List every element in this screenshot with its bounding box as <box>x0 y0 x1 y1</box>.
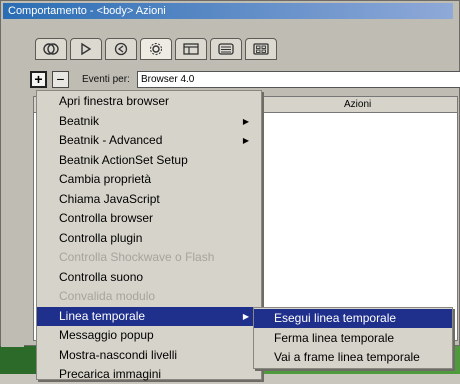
menu-item-label: Controlla Shockwave o Flash <box>59 250 215 264</box>
gear-icon[interactable] <box>140 38 172 60</box>
menu-item-label: Beatnik <box>59 113 100 128</box>
menu-item[interactable]: Chiama JavaScript <box>37 190 261 209</box>
menu-item-label: Cambia proprietà <box>59 172 152 186</box>
menu-item[interactable]: Beatnik ActionSet Setup <box>37 151 261 170</box>
menu-item-label: Beatnik - Advanced <box>59 133 163 147</box>
menu-item-label: Mostra-nascondi livelli <box>59 347 178 362</box>
back-icon[interactable] <box>105 38 137 60</box>
submenu-arrow-icon: ▶ <box>242 311 249 321</box>
add-behavior-button[interactable]: + <box>30 71 47 88</box>
menu-item[interactable]: Apri finestra browser <box>37 92 261 111</box>
behaviors-toolbar: + − Eventi per: Browser 4.0 <box>25 71 460 91</box>
remove-behavior-button[interactable]: − <box>52 71 69 88</box>
menu-item[interactable]: Linea temporale ▶ <box>37 306 261 326</box>
menu-item[interactable]: Controlla plugin <box>37 229 261 248</box>
menu-item-label: Beatnik ActionSet Setup <box>59 152 188 167</box>
menu-item-label: Controlla suono <box>59 269 144 284</box>
menu-item-label: Apri finestra browser <box>59 94 170 108</box>
forward-icon[interactable] <box>70 38 102 60</box>
menu-item: Controlla Shockwave o Flash <box>37 248 261 267</box>
menu-item[interactable]: Mostra-nascondi livelli <box>37 346 261 365</box>
panel-tabs <box>35 38 277 60</box>
actions-dropdown-menu: Apri finestra browser Beatnik ▶ Beatnik - A… <box>36 90 262 381</box>
menu-item-label: Controlla plugin <box>59 230 143 245</box>
grid-icon[interactable] <box>245 38 277 60</box>
submenu-item[interactable]: Vai a frame linea temporale <box>254 348 452 367</box>
events-for-select[interactable]: Browser 4.0 <box>137 71 460 88</box>
menu-item-label: Messaggio popup <box>59 328 154 342</box>
window-icon[interactable] <box>175 38 207 60</box>
panel-left-edge <box>1 63 24 347</box>
menu-item[interactable]: Controlla browser <box>37 209 261 228</box>
submenu-arrow-icon: ▶ <box>242 116 249 126</box>
submenu-item[interactable]: Esegui linea temporale <box>254 309 452 328</box>
menu-item-label: Precarica immagini <box>59 367 162 381</box>
menu-item[interactable]: Controlla suono <box>37 268 261 287</box>
menu-item: Convalida modulo <box>37 287 261 306</box>
events-for-label: Eventi per: <box>82 74 130 85</box>
menu-item[interactable]: Precarica immagini <box>37 365 261 384</box>
menu-item[interactable]: Beatnik - Advanced ▶ <box>37 131 261 150</box>
submenu-arrow-icon: ▶ <box>242 136 249 145</box>
menu-item[interactable]: Messaggio popup <box>37 326 261 345</box>
menu-item[interactable]: Beatnik ▶ <box>37 112 261 131</box>
column-divider[interactable] <box>262 97 263 112</box>
layers-icon[interactable] <box>35 38 67 60</box>
submenu-item[interactable]: Ferma linea temporale <box>254 329 452 348</box>
list-icon[interactable] <box>210 38 242 60</box>
panel-title[interactable]: Comportamento - <body> Azioni <box>3 3 453 19</box>
timeline-submenu: Esegui linea temporale Ferma linea tempor… <box>253 307 453 369</box>
menu-item-label: Controlla browser <box>59 211 154 225</box>
menu-item[interactable]: Cambia proprietà <box>37 170 261 189</box>
menu-item-label: Chiama JavaScript <box>59 191 160 206</box>
menu-item-label: Convalida modulo <box>59 289 156 303</box>
column-actions-header[interactable]: Azioni <box>344 97 371 112</box>
menu-item-label: Linea temporale <box>59 308 146 323</box>
